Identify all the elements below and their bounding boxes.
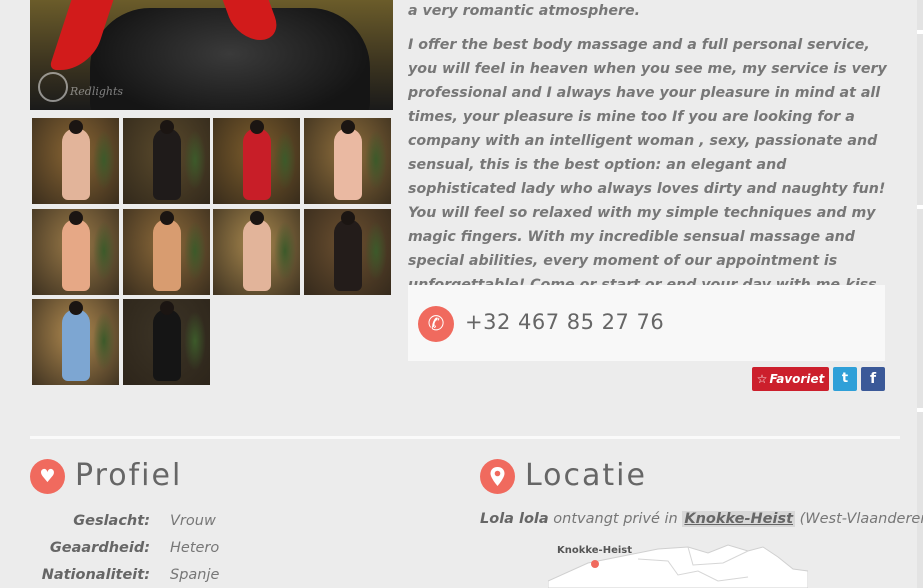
location-heading: Locatie bbox=[525, 458, 647, 493]
thumbnail-figure bbox=[334, 120, 362, 200]
profile-label: Geaardheid: bbox=[49, 540, 150, 556]
region-text: (West-Vlaanderen) bbox=[795, 511, 923, 527]
description-body: I offer the best body massage and a full… bbox=[408, 37, 887, 317]
thumbnail-plant bbox=[365, 221, 387, 281]
favorite-button[interactable]: ☆ Favoriet bbox=[752, 367, 829, 391]
watermark-logo bbox=[38, 72, 68, 102]
watermark-text: Redlights bbox=[70, 85, 124, 98]
edge-mark bbox=[917, 408, 923, 412]
thumbnail-figure bbox=[62, 120, 90, 200]
thumbnail-plant bbox=[93, 130, 115, 190]
thumbnail-figure bbox=[62, 211, 90, 291]
profile-label: Nationaliteit: bbox=[41, 567, 150, 583]
gallery-thumbnail[interactable] bbox=[123, 299, 210, 385]
right-edge-strip bbox=[917, 0, 923, 588]
escort-name: Lola lola bbox=[480, 511, 549, 527]
edge-mark bbox=[917, 30, 923, 34]
thumbnail-plant bbox=[184, 311, 206, 371]
profile-value: Spanje bbox=[170, 567, 220, 583]
thumbnail-figure bbox=[153, 120, 181, 200]
map-city-label: Knokke-Heist bbox=[557, 545, 633, 556]
heart-icon: ♥ bbox=[30, 459, 65, 494]
gallery-thumbnail[interactable] bbox=[32, 118, 119, 204]
profile-description: a very romantic atmosphere. I offer the … bbox=[408, 0, 893, 321]
location-text: Lola lola ontvangt privé in Knokke-Heist… bbox=[480, 511, 923, 527]
photo-chair bbox=[90, 8, 370, 110]
thumbnail-plant bbox=[365, 130, 387, 190]
edge-mark bbox=[917, 205, 923, 209]
thumbnail-figure bbox=[243, 120, 271, 200]
thumbnail-plant bbox=[184, 130, 206, 190]
gallery-thumbnail[interactable] bbox=[32, 209, 119, 295]
description-lead: a very romantic atmosphere. bbox=[408, 3, 640, 19]
gallery-thumbnail[interactable] bbox=[304, 209, 391, 295]
thumbnail-plant bbox=[93, 221, 115, 281]
gallery-thumbnail[interactable] bbox=[32, 299, 119, 385]
thumbnail-figure bbox=[62, 301, 90, 381]
twitter-icon: t bbox=[841, 371, 849, 386]
thumbnail-plant bbox=[274, 221, 296, 281]
thumbnail-plant bbox=[184, 221, 206, 281]
city-link[interactable]: Knokke-Heist bbox=[682, 511, 796, 527]
location-map[interactable]: Knokke-Heist bbox=[548, 541, 808, 588]
star-outline-icon: ☆ bbox=[756, 372, 768, 386]
phone-box: +32 467 85 27 76 bbox=[408, 285, 885, 361]
thumbnail-plant bbox=[274, 130, 296, 190]
map-pin-icon bbox=[480, 459, 515, 494]
map-pin-glyph bbox=[490, 467, 505, 486]
thumbnail-figure bbox=[243, 211, 271, 291]
profile-heading: Profiel bbox=[75, 458, 183, 493]
gallery-thumbnail[interactable] bbox=[123, 209, 210, 295]
twitter-share-button[interactable]: t bbox=[833, 367, 857, 391]
profile-row: Geslacht: Vrouw bbox=[0, 513, 440, 539]
section-divider bbox=[30, 436, 900, 439]
thumbnail-figure bbox=[334, 211, 362, 291]
facebook-icon: f bbox=[869, 371, 877, 387]
favorite-label: Favoriet bbox=[769, 372, 825, 386]
main-photo[interactable]: Redlights bbox=[30, 0, 393, 110]
location-connector: ontvangt privé in bbox=[548, 511, 683, 527]
thumbnail-plant bbox=[93, 311, 115, 371]
profile-label: Geslacht: bbox=[73, 513, 150, 529]
profile-row: Nationaliteit: Spanje bbox=[0, 567, 440, 588]
facebook-share-button[interactable]: f bbox=[861, 367, 885, 391]
gallery-thumbnail[interactable] bbox=[213, 209, 300, 295]
thumbnail-figure bbox=[153, 211, 181, 291]
gallery-thumbnail[interactable] bbox=[213, 118, 300, 204]
profile-value: Hetero bbox=[170, 540, 220, 556]
profile-value: Vrouw bbox=[170, 513, 216, 529]
phone-icon[interactable] bbox=[418, 306, 454, 342]
profile-row: Geaardheid: Hetero bbox=[0, 540, 440, 566]
phone-number[interactable]: +32 467 85 27 76 bbox=[465, 310, 664, 334]
gallery-thumbnail[interactable] bbox=[123, 118, 210, 204]
gallery-thumbnail[interactable] bbox=[304, 118, 391, 204]
thumbnail-figure bbox=[153, 301, 181, 381]
